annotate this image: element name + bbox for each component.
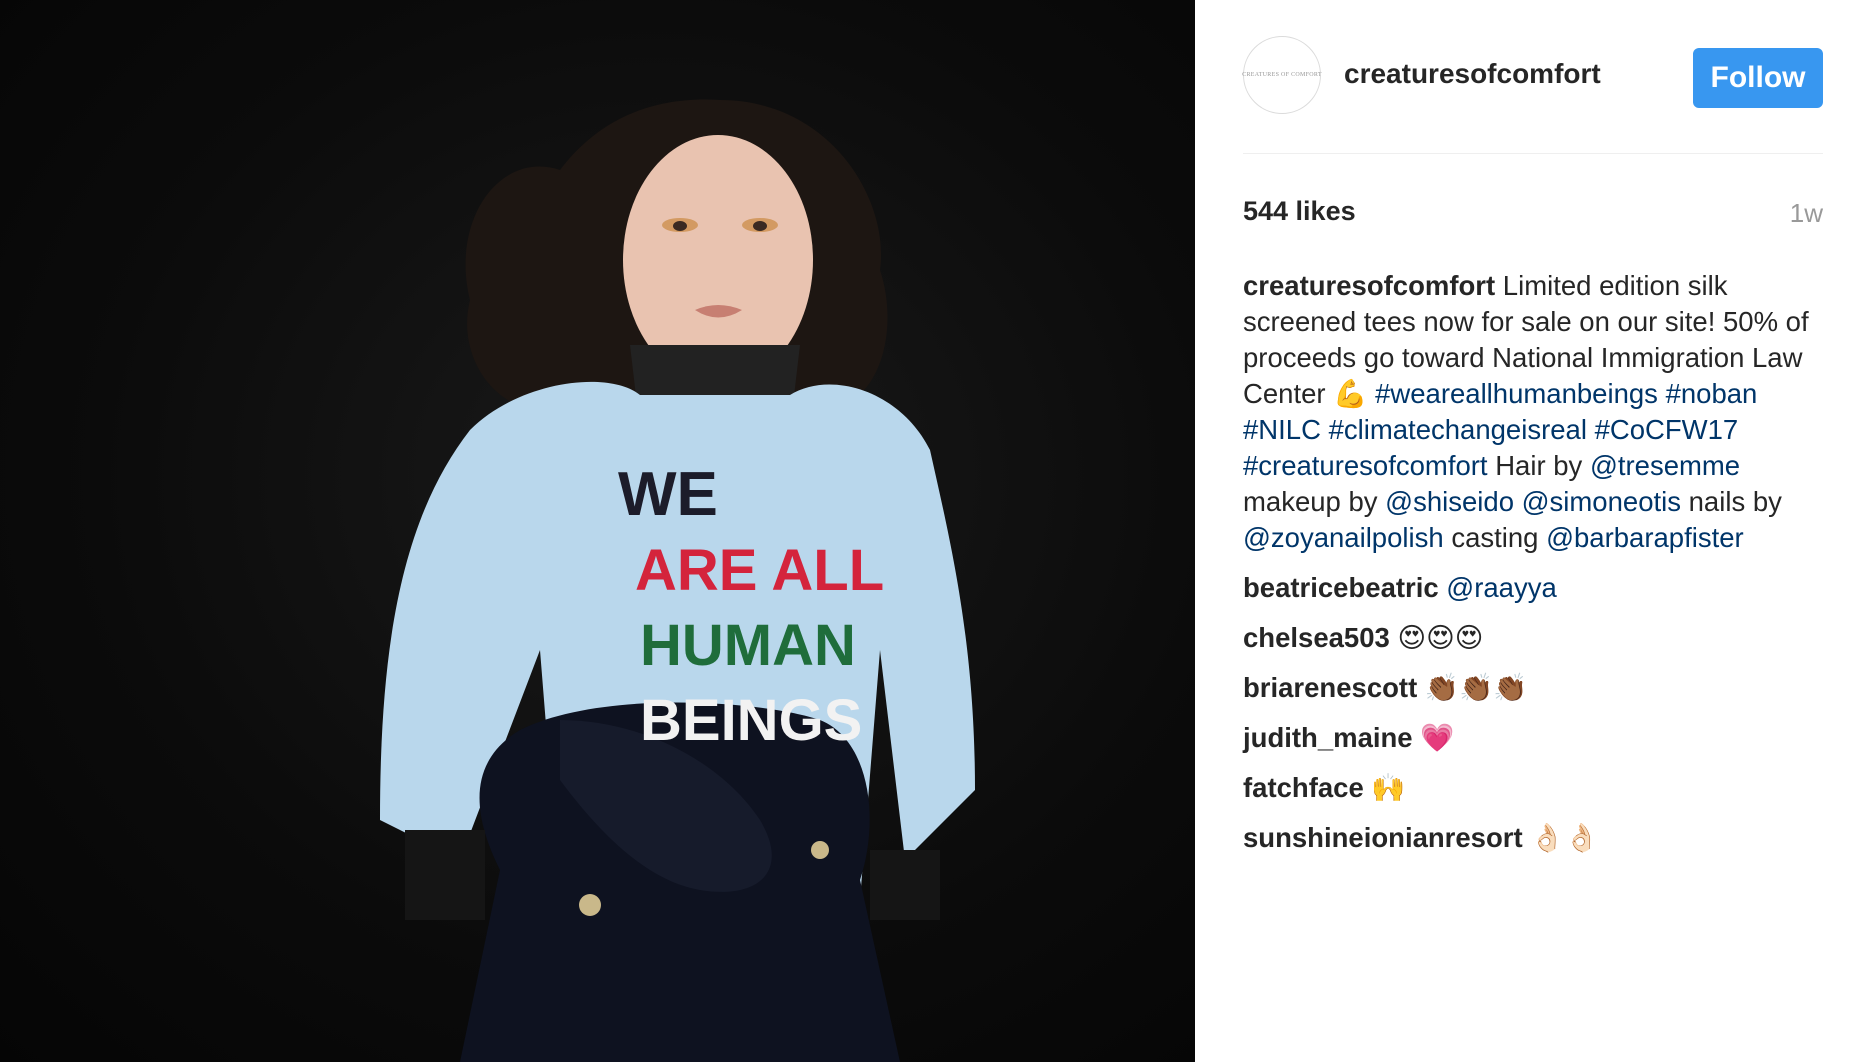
comment-item: fatchface 🙌 <box>1243 770 1823 806</box>
mention-link[interactable]: @zoyanailpolish <box>1243 522 1444 553</box>
caption-emoji: 💪 <box>1333 378 1368 410</box>
comment-username[interactable]: sunshineionianresort <box>1243 822 1523 853</box>
avatar[interactable]: CREATURES of COMFORT <box>1242 36 1322 114</box>
post-details-panel: CREATURES of COMFORT creaturesofcomfort … <box>1195 0 1856 1062</box>
comment-username[interactable]: beatricebeatric <box>1243 572 1439 603</box>
hashtag-link[interactable]: #NILC <box>1243 414 1321 445</box>
hashtag-link[interactable]: #climatechangeisreal <box>1329 414 1587 445</box>
mention-link[interactable]: @tresemme <box>1590 450 1740 481</box>
comment-text: 👏🏾👏🏾👏🏾 <box>1424 672 1528 704</box>
photo-illustration: WE ARE ALL HUMAN BEINGS <box>380 99 975 1062</box>
post-header: CREATURES of COMFORT creaturesofcomfort … <box>1242 36 1823 116</box>
post-photo[interactable]: WE ARE ALL HUMAN BEINGS <box>0 0 1195 1062</box>
hashtag-link[interactable]: #CoCFW17 <box>1595 414 1739 445</box>
avatar-logo-text: CREATURES of COMFORT <box>1242 72 1322 78</box>
comment-text: 🙌 <box>1371 772 1406 804</box>
comment-item: chelsea503 😍😍😍 <box>1243 620 1823 656</box>
header-username[interactable]: creaturesofcomfort <box>1344 58 1601 90</box>
likes-count[interactable]: 544 likes <box>1243 196 1356 227</box>
caption-text: makeup by <box>1243 486 1378 517</box>
comment-username[interactable]: chelsea503 <box>1243 622 1390 653</box>
shirt-text-line-2: ARE ALL <box>635 538 884 603</box>
caption-text: nails by <box>1688 486 1782 517</box>
comment-item: briarenescott 👏🏾👏🏾👏🏾 <box>1243 670 1823 706</box>
header-divider <box>1243 153 1823 154</box>
comment-item: judith_maine 💗 <box>1243 720 1823 756</box>
comment-item: beatricebeatric @raayya <box>1243 570 1823 606</box>
shirt-text-line-4: BEINGS <box>640 688 862 753</box>
instagram-post: WE ARE ALL HUMAN BEINGS CREATURES of COM… <box>0 0 1856 1062</box>
caption-text: Hair by <box>1495 450 1583 481</box>
follow-button[interactable]: Follow <box>1693 48 1823 108</box>
comment-mention-link[interactable]: @raayya <box>1446 572 1556 603</box>
caption-username[interactable]: creaturesofcomfort <box>1243 270 1495 301</box>
caption-text: casting <box>1451 522 1539 553</box>
comment-text: 💗 <box>1420 722 1455 754</box>
comment-item: sunshineionianresort 👌🏻👌🏻 <box>1243 820 1823 856</box>
comment-text: 👌🏻👌🏻 <box>1530 822 1599 854</box>
shirt-text-line-1: WE <box>618 460 718 529</box>
post-caption: creaturesofcomfort Limited edition silk … <box>1243 268 1823 556</box>
mention-link[interactable]: @barbarapfister <box>1546 522 1744 553</box>
comment-username[interactable]: judith_maine <box>1243 722 1413 753</box>
comment-username[interactable]: fatchface <box>1243 772 1364 803</box>
hashtag-link[interactable]: #noban <box>1666 378 1758 409</box>
mention-link[interactable]: @simoneotis <box>1522 486 1681 517</box>
hashtag-link[interactable]: #creaturesofcomfort <box>1243 450 1488 481</box>
shirt-text-line-3: HUMAN <box>640 613 856 678</box>
mention-link[interactable]: @shiseido <box>1385 486 1514 517</box>
comments-list: creaturesofcomfort Limited edition silk … <box>1243 268 1823 870</box>
comment-username[interactable]: briarenescott <box>1243 672 1417 703</box>
comment-text: 😍😍😍 <box>1397 622 1484 654</box>
hashtag-link[interactable]: #weareallhumanbeings <box>1375 378 1658 409</box>
post-time[interactable]: 1w <box>1790 198 1823 229</box>
